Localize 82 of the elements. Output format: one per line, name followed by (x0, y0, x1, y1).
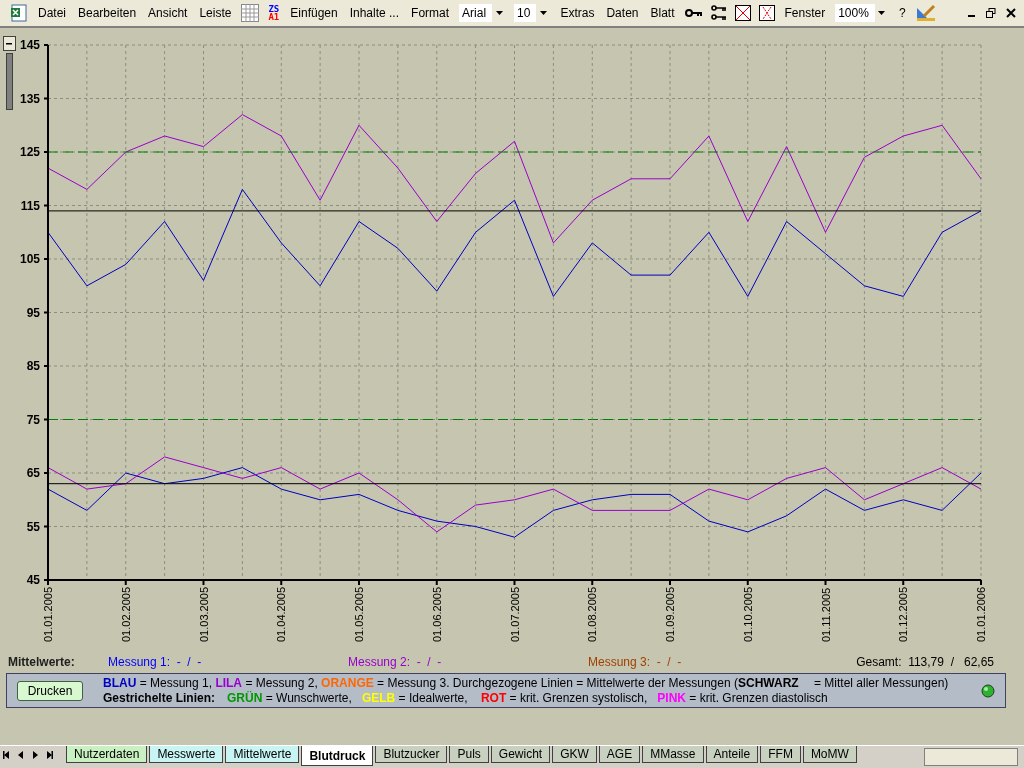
dropdown-arrow-icon (495, 11, 503, 15)
y-tick-label: 55 (26, 519, 40, 534)
spreadsheet-icon[interactable] (10, 4, 28, 22)
average-value: Messung 2: - / - (348, 655, 442, 669)
sheet-tab[interactable]: Gewicht (490, 746, 551, 763)
sheet-tab[interactable]: MoMW (802, 746, 857, 763)
collapse-button[interactable] (2, 36, 16, 51)
x-tick-label: 01.08.2005 (586, 586, 599, 642)
menu-item[interactable]: ? (892, 6, 912, 20)
sheet-tab[interactable]: Puls (449, 746, 489, 763)
crossed-box-icon[interactable] (734, 5, 751, 21)
y-tick-label: 75 (26, 412, 40, 427)
left-triangle-icon (3, 751, 11, 759)
menu-item[interactable]: Inhalte ... (343, 6, 406, 20)
x-tick-label: 01.05.2005 (353, 586, 365, 642)
x-tick-label: 01.07.2005 (508, 586, 521, 642)
dotted-crossed-box-icon[interactable] (758, 5, 775, 21)
dropdown-arrow-icon (539, 11, 547, 15)
y-tick-label: 45 (26, 573, 40, 587)
y-tick-label: 145 (19, 38, 40, 52)
x-tick-label: 01.03.2005 (197, 586, 210, 642)
ruler-pencil-icon[interactable] (915, 4, 936, 22)
total-average: Gesamt: 113,79 / 62,65 (855, 655, 995, 669)
close-icon[interactable] (1006, 8, 1016, 18)
left-triangle-icon (17, 751, 25, 759)
menu-item[interactable]: Blatt (644, 6, 681, 20)
minus-icon (6, 42, 12, 45)
sheet-tab[interactable]: FFM (760, 746, 801, 763)
restore-icon[interactable] (986, 8, 996, 18)
y-tick-label: 105 (19, 252, 40, 266)
x-tick-label: 01.11.2005 (819, 587, 832, 642)
y-tick-label: 65 (26, 466, 40, 480)
grid-icon[interactable] (241, 4, 260, 22)
horizontal-scroll-bar[interactable] (924, 748, 1018, 766)
y-tick-label: 125 (19, 145, 40, 159)
dropdown-arrow-icon (878, 11, 886, 15)
right-triangle-icon (45, 751, 53, 759)
menu-item[interactable]: Ansicht (142, 6, 194, 20)
print-button[interactable]: Drucken (17, 680, 83, 701)
average-value: Messung 1: - / - (108, 655, 202, 669)
combo-box[interactable]: 100% (835, 4, 889, 22)
menu-item[interactable]: Einfügen (284, 6, 344, 20)
x-tick-label: 01.09.2005 (664, 586, 676, 642)
sheet-tab[interactable]: AGE (598, 746, 641, 763)
right-triangle-icon (31, 751, 39, 759)
menu-item[interactable]: Bearbeiten (72, 6, 143, 20)
key-icon[interactable] (684, 8, 703, 18)
menu-item[interactable]: Datei (32, 6, 72, 20)
y-tick-label: 115 (20, 198, 40, 213)
sheet-tab[interactable]: Messwerte (149, 746, 224, 763)
average-value: Messung 3: - / - (588, 655, 682, 669)
x-tick-label: 01.12.2005 (897, 586, 910, 642)
x-tick-label: 01.10.2005 (741, 586, 754, 642)
legend-text: Gestrichelte Linien: GRÜN = Wunschwerte, GELB = Idealwerte, ROT = krit. Grenzen systolisch, PINK = krit. Grenzen diastolisch (103, 690, 829, 706)
sheet-tab[interactable]: Mittelwerte (225, 746, 300, 763)
menu-item[interactable]: Format (405, 6, 456, 20)
sheet-tab[interactable]: Anteile (705, 746, 759, 763)
keys-icon[interactable] (710, 5, 727, 21)
scroll-bar[interactable] (5, 53, 13, 110)
status-light-icon (981, 683, 995, 698)
y-tick-label: 85 (26, 359, 40, 373)
sheet-tab[interactable]: Nutzerdaten (66, 746, 148, 763)
x-tick-label: 01.04.2005 (275, 586, 288, 642)
sheet-tab[interactable]: Blutzucker (375, 746, 448, 763)
y-tick-label: 135 (19, 91, 40, 106)
x-tick-label: 01.01.2005 (42, 586, 54, 642)
combo-box[interactable]: Arial (459, 4, 507, 22)
averages-label: Mittelwerte: (8, 655, 76, 669)
menu-item[interactable]: Daten (600, 6, 645, 20)
menu-item[interactable]: Fenster (778, 6, 832, 20)
x-tick-label: 01.02.2005 (119, 586, 132, 642)
legend-text: BLAU = Messung 1, LILA = Messung 2, ORANGE = Messung 3. Durchgezogene Linien = Mittelwerte der Messungen (SCHWARZ = Mittel aller Messungen) (103, 675, 950, 691)
sheet-tab[interactable]: Blutdruck (301, 746, 374, 766)
sheet-tab[interactable]: MMasse (642, 746, 704, 763)
y-tick-label: 95 (26, 305, 40, 320)
x-tick-label: 01.01.2006 (975, 586, 987, 642)
zs-a1-icon[interactable]: ZS A1 (268, 5, 280, 21)
combo-box[interactable]: 10 (514, 4, 551, 22)
x-tick-label: 01.06.2005 (430, 586, 443, 642)
menu-item[interactable]: Leiste (193, 6, 238, 20)
menu-item[interactable]: Extras (554, 6, 601, 20)
sheet-tab[interactable]: GKW (552, 746, 597, 763)
